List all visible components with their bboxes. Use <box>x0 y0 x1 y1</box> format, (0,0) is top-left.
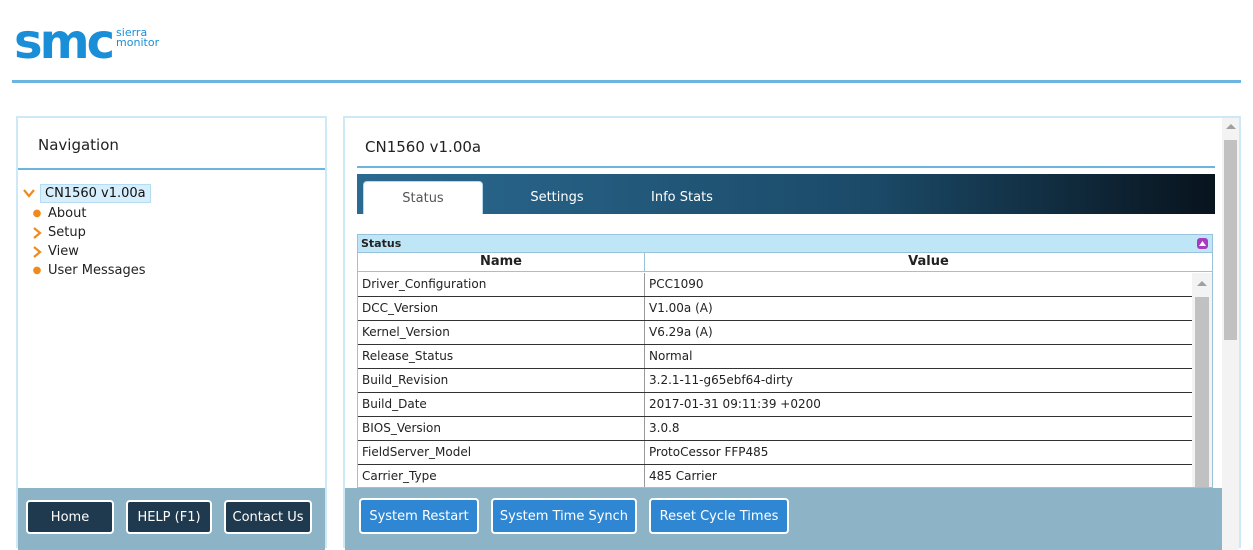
action-footer: System Restart System Time Synch Reset C… <box>345 488 1225 550</box>
tab-settings[interactable]: Settings <box>507 181 607 214</box>
row-name: DCC_Version <box>358 297 645 320</box>
sidebar-item-setup[interactable]: Setup <box>22 223 151 242</box>
row-value: 3.0.8 <box>649 421 680 435</box>
sidebar-item-user-messages[interactable]: ● User Messages <box>22 261 151 280</box>
table-row: Carrier_Type 485 Carrier <box>358 465 1194 487</box>
collapse-icon[interactable] <box>1197 238 1208 249</box>
row-name: Kernel_Version <box>358 321 645 344</box>
header-divider <box>12 80 1241 83</box>
table-row: DCC_Version V1.00a (A) <box>358 297 1194 321</box>
row-name: BIOS_Version <box>358 417 645 440</box>
row-value: V6.29a (A) <box>649 325 713 339</box>
logo-text: smc <box>14 14 115 70</box>
table-row: Driver_Configuration PCC1090 <box>358 273 1194 297</box>
navigation-divider <box>18 168 325 170</box>
sidebar-item-view[interactable]: View <box>22 242 151 261</box>
sidebar-item-label[interactable]: About <box>48 206 86 221</box>
row-name: Carrier_Type <box>358 465 645 487</box>
tab-bar: Status Settings Info Stats <box>357 174 1215 214</box>
column-header-name: Name <box>358 253 645 271</box>
row-value: 485 Carrier <box>649 469 717 483</box>
row-name: Release_Status <box>358 345 645 368</box>
table-scrollbar[interactable] <box>1192 273 1212 487</box>
row-value: 3.2.1-11-g65ebf64-dirty <box>649 373 793 387</box>
status-table: Status Name Value Driver_Configuration PC… <box>357 234 1213 488</box>
scroll-up-arrow-icon[interactable] <box>1197 281 1207 286</box>
main-panel: CN1560 v1.00a Status Settings Info Stats… <box>343 116 1241 550</box>
sidebar-item-label[interactable]: View <box>48 244 79 259</box>
chevron-down-icon[interactable] <box>22 186 36 200</box>
scroll-up-arrow-icon[interactable] <box>1226 124 1236 129</box>
table-body: Driver_Configuration PCC1090 DCC_Version V… <box>358 273 1194 487</box>
status-table-heading: Status <box>361 237 402 250</box>
table-row: Build_Revision 3.2.1-11-g65ebf64-dirty <box>358 369 1194 393</box>
caret-up-icon <box>1199 241 1206 246</box>
row-value: Normal <box>649 349 693 363</box>
bullet-icon: ● <box>32 265 42 276</box>
table-scrollbar-thumb[interactable] <box>1195 297 1209 487</box>
sidebar-item-label[interactable]: User Messages <box>48 263 146 278</box>
bullet-icon: ● <box>32 208 42 219</box>
tree-root-label[interactable]: CN1560 v1.00a <box>40 183 151 203</box>
navigation-footer: Home HELP (F1) Contact Us <box>18 488 325 550</box>
row-value: 2017-01-31 09:11:39 +0200 <box>649 397 821 411</box>
row-name: FieldServer_Model <box>358 441 645 464</box>
tree-root-node[interactable]: CN1560 v1.00a <box>22 182 151 204</box>
smc-logo: smc sierra monitor <box>14 14 160 70</box>
status-table-header: Status <box>358 235 1212 253</box>
header: smc sierra monitor <box>0 0 1253 100</box>
page-scrollbar[interactable] <box>1222 118 1239 550</box>
home-button[interactable]: Home <box>26 500 114 534</box>
navigation-tree: CN1560 v1.00a ● About Setup View ● User … <box>22 182 151 280</box>
column-header-value: Value <box>908 254 949 269</box>
navigation-panel: Navigation CN1560 v1.00a ● About Setup V… <box>16 116 327 550</box>
navigation-title: Navigation <box>38 136 119 154</box>
row-name: Build_Date <box>358 393 645 416</box>
row-value: PCC1090 <box>649 277 704 291</box>
title-divider <box>357 166 1215 168</box>
contact-us-button[interactable]: Contact Us <box>224 500 312 534</box>
page-scrollbar-thumb[interactable] <box>1224 140 1237 340</box>
table-row: Kernel_Version V6.29a (A) <box>358 321 1194 345</box>
sidebar-item-label[interactable]: Setup <box>48 225 86 240</box>
logo-subtitle: sierra monitor <box>116 27 160 49</box>
sidebar-item-about[interactable]: ● About <box>22 204 151 223</box>
tab-info-stats[interactable]: Info Stats <box>627 181 737 214</box>
row-value: ProtoCessor FFP485 <box>649 445 769 459</box>
system-time-synch-button[interactable]: System Time Synch <box>491 498 637 534</box>
logo-sub-line2: monitor <box>116 36 160 49</box>
table-row: BIOS_Version 3.0.8 <box>358 417 1194 441</box>
help-button[interactable]: HELP (F1) <box>126 500 212 534</box>
table-row: Build_Date 2017-01-31 09:11:39 +0200 <box>358 393 1194 417</box>
system-restart-button[interactable]: System Restart <box>359 498 479 534</box>
tab-status[interactable]: Status <box>363 181 483 214</box>
reset-cycle-times-button[interactable]: Reset Cycle Times <box>649 498 789 534</box>
chevron-right-icon[interactable] <box>30 226 44 240</box>
page-title: CN1560 v1.00a <box>365 138 482 156</box>
row-value: V1.00a (A) <box>649 301 713 315</box>
chevron-right-icon[interactable] <box>30 245 44 259</box>
row-name: Driver_Configuration <box>358 273 645 296</box>
table-row: FieldServer_Model ProtoCessor FFP485 <box>358 441 1194 465</box>
table-column-headers: Name Value <box>358 253 1212 272</box>
row-name: Build_Revision <box>358 369 645 392</box>
table-row: Release_Status Normal <box>358 345 1194 369</box>
